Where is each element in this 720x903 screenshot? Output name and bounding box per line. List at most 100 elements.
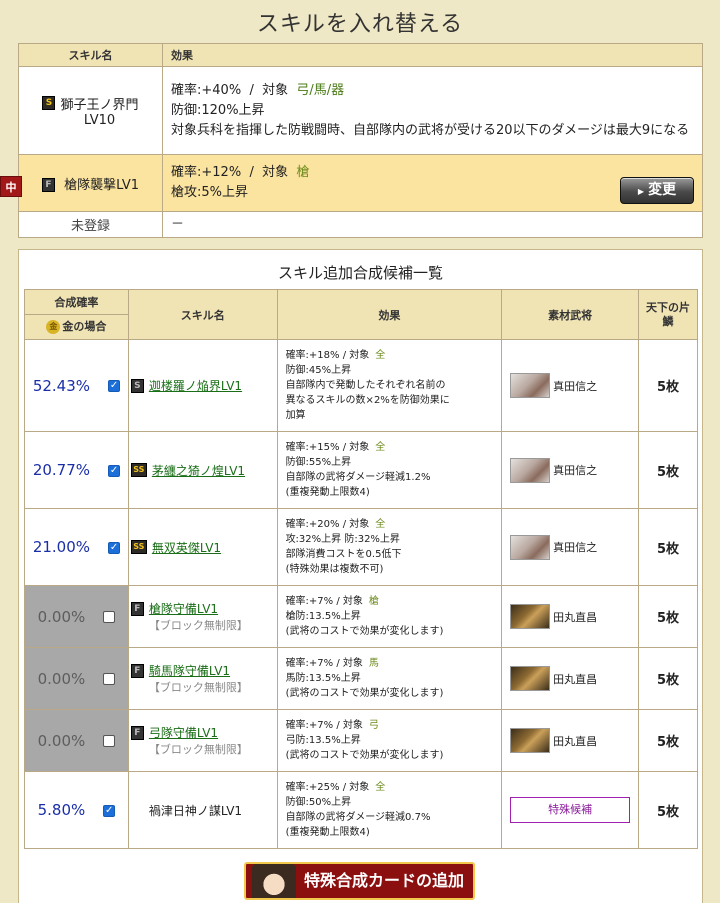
synthesis-rate: 21.00% [32, 538, 91, 556]
header-skill: スキル名 [127, 289, 278, 340]
effect-text: 弓防:13.5%上昇 [285, 735, 361, 746]
effect-line: 槍防:13.5%上昇 [286, 609, 494, 624]
material-general-cell: 真田信之 [501, 339, 640, 432]
effect-line: (武将のコストで効果が変化します) [286, 686, 494, 701]
effect-text: 加算 [285, 410, 306, 421]
effect-line: 自部隊の武将ダメージ軽減0.7% [286, 810, 494, 825]
fragment-count: 5枚 [638, 508, 698, 586]
fragment-count: 5枚 [638, 647, 698, 710]
unregistered-label: 未登録 [18, 211, 163, 238]
effect-line: 弓防:13.5%上昇 [286, 733, 494, 748]
separator: / [249, 165, 254, 180]
header-count: 天下の片鱗 [638, 289, 698, 340]
candidate-checkbox[interactable] [103, 611, 116, 623]
effect-text: 確率:+7% / 対象 [285, 596, 363, 607]
rank-s-icon: S [42, 96, 56, 110]
rank-f-icon: F [41, 178, 55, 192]
current-skill-row-selected[interactable]: F 槍隊襲撃LV1 確率:+12% / 対象 槍 槍攻:5%上昇 [18, 154, 703, 212]
candidate-skill-link[interactable]: 騎馬隊守備LV1 [149, 662, 230, 679]
effect-text: 確率:+18% / 対象 [285, 350, 370, 361]
material-general-cell: 真田信之 [501, 508, 640, 586]
rank-f-icon: F [130, 725, 144, 740]
effect-line: (武将のコストで効果が変化します) [286, 748, 494, 763]
candidate-effect-cell: 確率:+7% / 対象弓弓防:13.5%上昇 (武将のコストで効果が変化します) [276, 709, 503, 772]
effect-line: 防御:50%上昇 [286, 795, 494, 810]
candidate-row: 0.00% F 槍隊守備LV1 【ブロック無制限】 確率:+7% / 対象槍槍防:13.… [24, 585, 698, 648]
candidate-skill-cell: F 騎馬隊守備LV1 【ブロック無制限】 [127, 647, 278, 710]
general-name: 真田信之 [553, 541, 598, 554]
effect-line: 馬防:13.5%上昇 [286, 671, 494, 686]
target-type: 槍 [368, 596, 379, 607]
effect-text: (武将のコストで効果が変化します) [285, 626, 444, 637]
effect-text: 防御:45%上昇 [285, 365, 352, 376]
skill-level: LV10 [83, 112, 116, 128]
candidate-effect-cell: 確率:+7% / 対象槍槍防:13.5%上昇 (武将のコストで効果が変化します) [276, 585, 503, 648]
gold-case-label: 金の場合 [62, 320, 107, 333]
effect-text: 確率:+7% / 対象 [285, 720, 363, 731]
effect-line: 確率:+7% / 対象弓 [286, 718, 494, 733]
candidate-skill-cell: SS 茅纏之猗ノ煌LV1 [127, 431, 278, 509]
rate-text: 確率:+40% [171, 82, 242, 98]
candidate-row: 52.43% ✓ S 迦楼羅ノ焔界LV1 確率:+18% / 対象全防御:45%上昇 自部… [24, 339, 698, 432]
candidate-checkbox[interactable] [103, 735, 116, 747]
general-portrait-icon [510, 534, 551, 560]
header-skill-name: スキル名 [18, 43, 163, 67]
candidate-panel-title: スキル追加合成候補一覧 [277, 264, 443, 282]
effect-line: 確率:+25% / 対象全 [286, 780, 494, 795]
candidate-effect-cell: 確率:+15% / 対象全防御:55%上昇 自部隊の武将ダメージ軽減1.2% (重複… [276, 431, 503, 509]
current-skill-row: S 獅子王ノ界門 LV10 確率:+40% / 対象 弓/馬/器 防御:120%… [18, 66, 703, 155]
synthesis-rate: 20.77% [32, 461, 91, 479]
candidate-checkbox[interactable]: ✓ [108, 541, 121, 554]
page-title: スキルを入れ替える [256, 12, 464, 37]
fragment-count: 5枚 [638, 771, 698, 849]
change-button-label: 変更 [648, 182, 677, 198]
synthesis-rate: 0.00% [37, 731, 86, 750]
candidate-checkbox[interactable]: ✓ [108, 380, 121, 392]
general-portrait-icon [510, 666, 551, 691]
add-special-card-button[interactable]: 特殊合成カードの追加 [244, 862, 475, 900]
synthesis-rate-cell: 0.00% [24, 709, 129, 772]
block-limit-label: 【ブロック無制限】 [148, 743, 248, 756]
header-rate: 合成確率 金金の場合 [24, 289, 129, 340]
header-effect: 効果 [162, 43, 703, 67]
effect-line: 攻:32%上昇 防:32%上昇 [286, 532, 494, 547]
skill-name-cell: F 槍隊襲撃LV1 [18, 154, 163, 212]
special-candidate-box: 特殊候補 [510, 797, 631, 823]
candidate-effect-cell: 確率:+18% / 対象全防御:45%上昇 自部隊内で発動したそれぞれ名前の 異なる… [276, 339, 503, 432]
candidate-effect-cell: 確率:+20% / 対象全攻:32%上昇 防:32%上昇 部隊消費コストを0.5低… [276, 508, 503, 586]
effect-line: 防御:120%上昇 [171, 102, 265, 118]
change-button[interactable]: ▶ 変更 [620, 177, 694, 204]
candidate-skill-cell: 禍津日神ノ謀LV1 [127, 771, 278, 849]
general-portrait-icon [510, 728, 551, 753]
general-portrait-icon [510, 373, 551, 398]
candidate-skill-link[interactable]: 迦楼羅ノ焔界LV1 [149, 377, 242, 394]
candidate-row: 0.00% F 弓隊守備LV1 【ブロック無制限】 確率:+7% / 対象弓弓防:13.… [24, 709, 698, 772]
candidate-checkbox[interactable]: ✓ [108, 464, 121, 477]
candidate-skill-link[interactable]: 弓隊守備LV1 [149, 724, 218, 741]
effect-text: 馬防:13.5%上昇 [285, 673, 361, 684]
candidate-checkbox[interactable] [103, 673, 116, 685]
effect-text: 防御:50%上昇 [285, 797, 352, 808]
candidate-skill-link[interactable]: 茅纏之猗ノ煌LV1 [152, 462, 245, 479]
header-general: 素材武将 [501, 289, 640, 340]
skill-name-cell: S 獅子王ノ界門 LV10 [18, 66, 163, 155]
effect-text: (重複発動上限数4) [285, 827, 370, 838]
effect-line: 確率:+20% / 対象全 [286, 517, 494, 532]
effect-line: 自部隊内で発動したそれぞれ名前の [286, 378, 494, 393]
candidate-skill-link[interactable]: 無双英傑LV1 [152, 539, 221, 556]
header-effect: 効果 [276, 289, 503, 340]
effect-line: (重複発動上限数4) [286, 485, 494, 500]
header-rate-label: 合成確率 [25, 290, 128, 315]
current-slot-marker: 中 [0, 176, 22, 197]
synthesis-rate: 0.00% [37, 607, 86, 626]
synthesis-rate: 0.00% [37, 669, 86, 688]
target-label: 対象 [262, 82, 289, 98]
target-label: 対象 [262, 165, 289, 180]
synthesis-rate-cell: 0.00% [24, 647, 129, 710]
rank-f-icon: F [130, 601, 144, 616]
general-name: 真田信之 [553, 379, 598, 393]
candidate-checkbox[interactable]: ✓ [103, 804, 116, 817]
effect-line: 確率:+7% / 対象槍 [286, 594, 494, 609]
fragment-count: 5枚 [638, 585, 698, 648]
candidate-skill-link[interactable]: 槍隊守備LV1 [149, 600, 218, 617]
